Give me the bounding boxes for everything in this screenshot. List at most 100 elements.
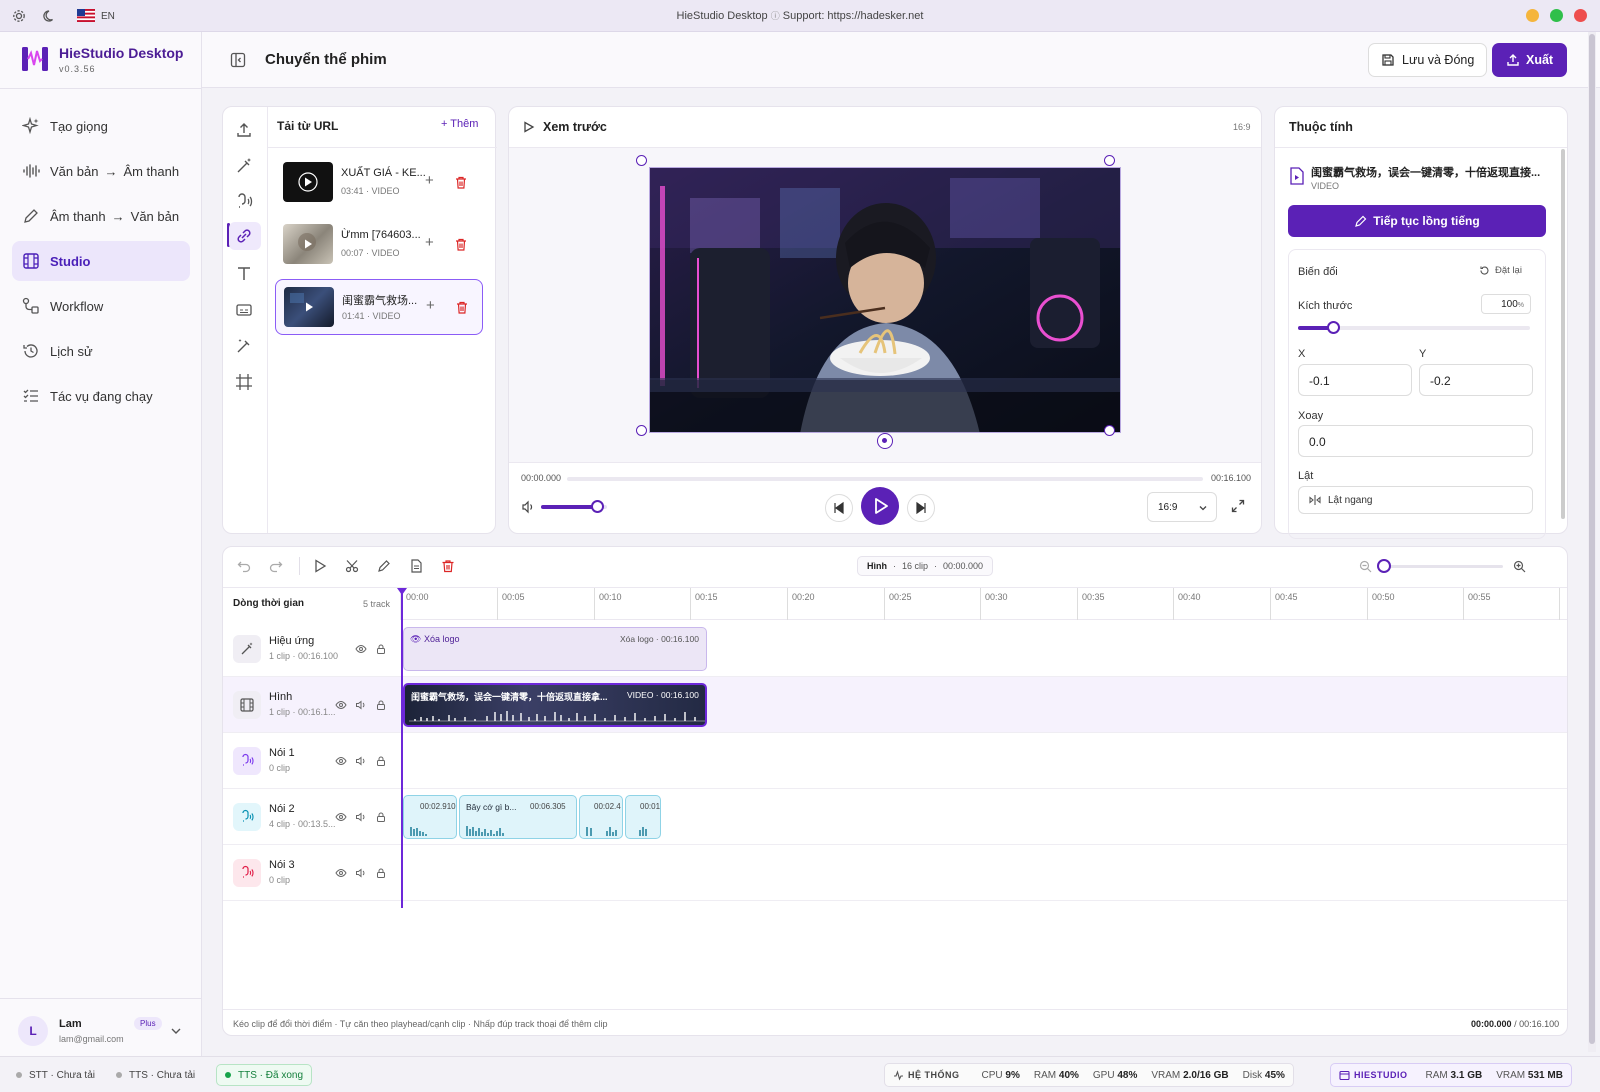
add-to-timeline-icon[interactable]: + xyxy=(425,172,434,189)
trash-icon[interactable] xyxy=(455,176,467,189)
play-button[interactable] xyxy=(861,487,899,525)
nav-item-running-tasks[interactable]: Tác vụ đang chạy xyxy=(12,376,190,416)
play-icon[interactable] xyxy=(313,559,327,573)
aspect-ratio-select[interactable]: 16:9 xyxy=(1147,492,1217,522)
size-slider-knob[interactable] xyxy=(1326,321,1340,334)
sidebar-toggle-icon[interactable] xyxy=(230,52,246,68)
media-item[interactable]: XUẤT GIÁ - KE... 03:41 · VIDEO + xyxy=(275,155,483,211)
magic-wand-icon[interactable] xyxy=(233,155,255,177)
properties-scrollbar[interactable] xyxy=(1561,149,1565,519)
crop-frame-icon[interactable] xyxy=(233,371,255,393)
trash-icon[interactable] xyxy=(441,559,455,573)
trash-icon[interactable] xyxy=(456,301,468,314)
rotate-handle[interactable] xyxy=(877,433,893,449)
nav-item-audio-to-text[interactable]: Âm thanh → Văn bản xyxy=(12,196,190,236)
upload-icon[interactable] xyxy=(233,119,255,141)
volume-icon[interactable] xyxy=(521,500,535,514)
zoom-slider-knob[interactable] xyxy=(1377,559,1391,573)
size-input[interactable]: 100% xyxy=(1481,294,1531,314)
nav-item-text-to-audio[interactable]: Văn bản → Âm thanh xyxy=(12,151,190,191)
minimize-button[interactable] xyxy=(1526,9,1539,22)
eye-icon[interactable] xyxy=(355,643,367,655)
add-media-button[interactable]: + Thêm xyxy=(441,118,478,130)
voice-clip[interactable]: 00:01 xyxy=(625,795,661,839)
link-icon[interactable] xyxy=(233,225,255,247)
size-slider[interactable] xyxy=(1298,321,1530,334)
close-button[interactable] xyxy=(1574,9,1587,22)
track-row-voice-2[interactable]: Nói 2 4 clip · 00:13.5... 00:02.910 Bây … xyxy=(223,789,1567,845)
media-item[interactable]: Ừmm [764603... 00:07 · VIDEO + xyxy=(275,217,483,273)
track-row-video[interactable]: Hình 1 clip · 00:16.1... 闺蜜霸气救场，误会一键清零，十… xyxy=(223,677,1567,733)
nav-item-history[interactable]: Lịch sử xyxy=(12,331,190,371)
maximize-button[interactable] xyxy=(1550,9,1563,22)
tts-status-done[interactable]: TTS · Đã xong xyxy=(216,1064,313,1086)
skip-forward-button[interactable] xyxy=(907,494,935,522)
subtitle-icon[interactable] xyxy=(233,299,255,321)
eye-icon[interactable] xyxy=(335,755,347,767)
redo-icon[interactable] xyxy=(269,559,283,573)
rotate-input[interactable]: 0.0 xyxy=(1298,425,1533,457)
playhead[interactable] xyxy=(401,588,403,908)
continue-dubbing-button[interactable]: Tiếp tục lồng tiếng xyxy=(1288,205,1546,237)
zoom-in-icon[interactable] xyxy=(1513,560,1526,573)
avatar[interactable]: L xyxy=(18,1016,48,1046)
lock-icon[interactable] xyxy=(375,867,387,879)
x-input[interactable]: -0.1 xyxy=(1298,364,1412,396)
text-icon[interactable] xyxy=(233,263,255,285)
voice-icon[interactable] xyxy=(233,191,255,213)
zoom-slider[interactable] xyxy=(1377,559,1503,573)
nav-item-studio[interactable]: Studio xyxy=(12,241,190,281)
eye-icon[interactable] xyxy=(335,811,347,823)
effect-clip[interactable]: 👁 Xóa logo Xóa logo · 00:16.100 xyxy=(403,627,707,671)
track-row-effects[interactable]: Hiệu ứng 1 clip · 00:16.100 👁 Xóa logo X… xyxy=(223,621,1567,677)
timeline-ruler[interactable]: 00:00 00:05 00:10 00:15 00:20 00:25 00:3… xyxy=(401,588,1567,620)
track-row-voice-1[interactable]: Nói 1 0 clip xyxy=(223,733,1567,789)
effects-wand-icon[interactable] xyxy=(233,335,255,357)
trash-icon[interactable] xyxy=(455,238,467,251)
stt-status[interactable]: STT · Chưa tải xyxy=(8,1064,103,1086)
volume-slider[interactable] xyxy=(541,500,607,513)
speaker-icon[interactable] xyxy=(355,811,367,823)
voice-clip[interactable]: 00:02.4 xyxy=(579,795,623,839)
eye-icon[interactable] xyxy=(335,699,347,711)
speaker-icon[interactable] xyxy=(355,699,367,711)
skip-back-button[interactable] xyxy=(825,494,853,522)
eye-icon[interactable] xyxy=(335,867,347,879)
scrubber-track[interactable] xyxy=(567,477,1203,481)
preview-video-frame[interactable] xyxy=(649,167,1121,433)
lock-icon[interactable] xyxy=(375,755,387,767)
save-and-close-button[interactable]: Lưu và Đóng xyxy=(1368,43,1488,77)
undo-icon[interactable] xyxy=(237,559,251,573)
nav-item-tao-giong[interactable]: Tạo giọng xyxy=(12,106,190,146)
track-row-voice-3[interactable]: Nói 3 0 clip xyxy=(223,845,1567,901)
add-to-timeline-icon[interactable]: + xyxy=(425,234,434,251)
resize-handle[interactable] xyxy=(1104,425,1115,436)
resize-handle[interactable] xyxy=(636,425,647,436)
voice-clip[interactable]: Bây cớ gì b... 00:06.305 xyxy=(459,795,577,839)
lock-icon[interactable] xyxy=(375,699,387,711)
reset-button[interactable]: Đặt lại xyxy=(1479,265,1522,276)
lock-icon[interactable] xyxy=(375,811,387,823)
page-scrollbar[interactable] xyxy=(1588,32,1596,1052)
scissors-icon[interactable] xyxy=(345,559,359,573)
playhead-marker[interactable] xyxy=(397,588,407,595)
voice-clip[interactable]: 00:02.910 xyxy=(403,795,457,839)
fullscreen-icon[interactable] xyxy=(1231,499,1245,513)
y-input[interactable]: -0.2 xyxy=(1419,364,1533,396)
nav-item-workflow[interactable]: Workflow xyxy=(12,286,190,326)
volume-knob[interactable] xyxy=(591,500,605,513)
resize-handle[interactable] xyxy=(636,155,647,166)
pen-icon[interactable] xyxy=(377,559,391,573)
export-button[interactable]: Xuất xyxy=(1492,43,1568,77)
chevron-down-icon[interactable] xyxy=(170,1026,182,1036)
speaker-icon[interactable] xyxy=(355,867,367,879)
media-item-selected[interactable]: 闺蜜霸气救场... 01:41 · VIDEO + xyxy=(275,279,483,335)
add-to-timeline-icon[interactable]: + xyxy=(426,297,435,314)
speaker-icon[interactable] xyxy=(355,755,367,767)
lock-icon[interactable] xyxy=(375,643,387,655)
document-icon[interactable] xyxy=(409,559,423,573)
flip-horizontal-button[interactable]: Lật ngang xyxy=(1298,486,1533,514)
tts-status-idle[interactable]: TTS · Chưa tải xyxy=(108,1064,203,1086)
resize-handle[interactable] xyxy=(1104,155,1115,166)
video-clip[interactable]: 闺蜜霸气救场，误会一键清零，十倍返现直接拿... VIDEO · 00:16.1… xyxy=(403,683,707,727)
